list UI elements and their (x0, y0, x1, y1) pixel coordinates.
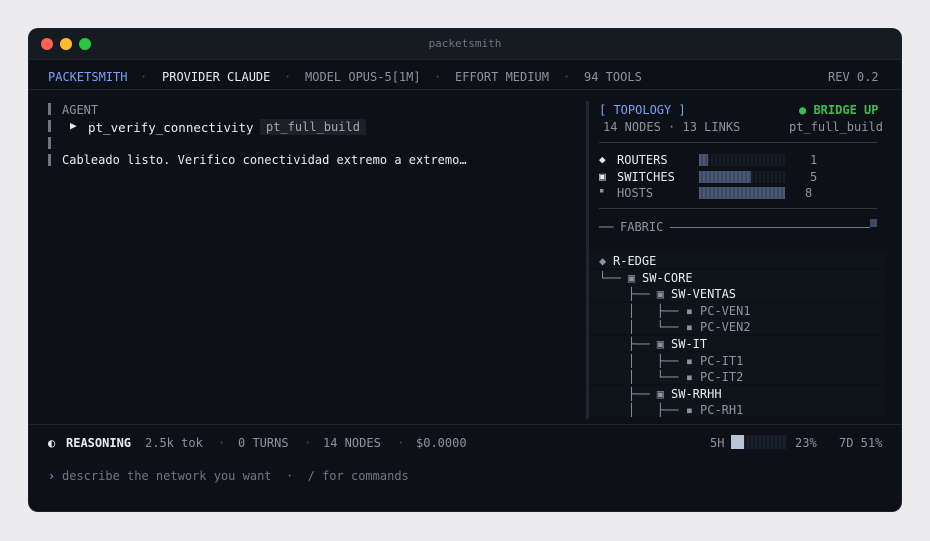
tree-branch: │ ├── ▪ (599, 403, 701, 417)
tools-count: 94 TOOLS (584, 70, 642, 84)
tree-node-name: PC-IT1 (700, 354, 744, 368)
routers-glyph-icon: ◆ (599, 153, 606, 166)
footer-divider (29, 424, 901, 425)
routers-count-label: ROUTERS (617, 153, 668, 167)
tree-branch: │ ├── ▪ (599, 354, 701, 368)
tree-node-name: SW-VENTAS (671, 287, 737, 301)
separator: · (284, 70, 292, 84)
tree-branch: └── ▣ (599, 271, 643, 285)
build-name: pt_full_build (789, 120, 883, 134)
switches-count-value: 5 (810, 170, 818, 184)
topology-tree-node[interactable]: │ ├── ▪ PC-RH1 (589, 402, 885, 417)
gutter-bar (48, 154, 51, 166)
terminal-window: packetsmith PACKETSMITH · PROVIDER CLAUD… (29, 29, 901, 511)
topology-tree-node[interactable]: │ └── ▪ PC-IT2 (589, 369, 885, 384)
separator: · (218, 436, 226, 450)
model-label: MODEL OPUS-5[1M] (305, 70, 421, 84)
topology-tree-node[interactable]: ◆ R-EDGE (589, 253, 885, 268)
prompt-placeholder[interactable]: describe the network you want · / for co… (62, 469, 409, 483)
tree-branch: │ ├── ▪ (599, 304, 701, 318)
provider-label: PROVIDER CLAUDE (162, 70, 271, 84)
fabric-rule: ── (599, 220, 614, 234)
tree-node-name: PC-VEN2 (700, 320, 751, 334)
panel-divider (599, 208, 877, 209)
topology-tree-node[interactable]: ├── ▣ SW-RRHH (589, 386, 885, 401)
hosts-count-bar (699, 187, 785, 199)
nodes-count: 14 NODES (323, 436, 381, 450)
prompt-caret: › (48, 469, 56, 483)
topology-tree-node[interactable]: ├── ▣ SW-IT (589, 336, 885, 351)
usage-5h-track (731, 435, 787, 449)
token-count: 2.5k tok (145, 436, 203, 450)
separator: · (563, 70, 571, 84)
fabric-line (670, 227, 870, 228)
panel-divider (599, 142, 877, 143)
tree-node-name: R-EDGE (613, 254, 657, 268)
reasoning-label: REASONING (66, 436, 132, 450)
hosts-glyph-icon: ▪ (599, 186, 605, 196)
cost-label: $0.0000 (416, 436, 467, 450)
switches-count-bar (699, 171, 785, 183)
revision-label: REV 0.2 (828, 70, 879, 84)
topology-title: [ TOPOLOGY ] (599, 103, 686, 117)
gutter-bar (48, 120, 51, 132)
fabric-indicator (870, 219, 877, 227)
title-bar: packetsmith (29, 29, 901, 60)
tree-node-name: PC-IT2 (700, 370, 744, 384)
hosts-count-bar-fill (699, 187, 785, 199)
usage-5h-label: 5H (710, 436, 725, 450)
routers-count-bar (699, 154, 785, 166)
separator: · (397, 436, 405, 450)
separator: · (140, 70, 148, 84)
tree-node-name: PC-VEN1 (700, 304, 751, 318)
topology-tree-node[interactable]: ├── ▣ SW-VENTAS (589, 286, 885, 301)
window-title: packetsmith (428, 37, 502, 50)
separator: · (434, 70, 442, 84)
hosts-count-label: HOSTS (617, 186, 654, 200)
tree-branch: │ └── ▪ (599, 320, 701, 334)
tree-branch: ├── ▣ (599, 337, 672, 351)
app-name: PACKETSMITH (48, 70, 128, 84)
fabric-label: FABRIC (620, 220, 664, 234)
tree-node-name: PC-RH1 (700, 403, 744, 417)
topology-tree-node[interactable]: └── ▣ SW-CORE (589, 270, 885, 285)
turns-count: 0 TURNS (238, 436, 289, 450)
topology-summary: 14 NODES · 13 LINKS (603, 120, 741, 134)
switches-glyph-icon: ▣ (599, 170, 606, 183)
tree-node-name: SW-RRHH (671, 387, 722, 401)
tree-branch: ├── ▣ (599, 387, 672, 401)
usage-7d-label: 7D 51% (839, 436, 883, 450)
bridge-status-badge: ● BRIDGE UP (799, 103, 879, 117)
tree-branch: ◆ (599, 254, 614, 268)
header-divider (29, 89, 901, 90)
switches-count-bar-fill (699, 171, 751, 183)
separator: · (304, 436, 312, 450)
topology-tree-node[interactable]: │ ├── ▪ PC-IT1 (589, 353, 885, 368)
routers-count-value: 1 (810, 153, 818, 167)
tree-node-name: SW-CORE (642, 271, 693, 285)
usage-5h-percent: 23% (795, 436, 817, 450)
routers-count-bar-fill (699, 154, 708, 166)
gutter-bar (48, 137, 51, 149)
play-icon: ▶ (70, 119, 77, 132)
tool-chip[interactable]: pt_full_build (260, 119, 366, 135)
hosts-count-value: 8 (805, 186, 813, 200)
gutter-bar (48, 103, 51, 115)
topology-tree-node[interactable]: │ └── ▪ PC-VEN2 (589, 319, 885, 334)
topology-tree-node[interactable]: │ ├── ▪ PC-VEN1 (589, 303, 885, 318)
agent-label: AGENT (62, 103, 99, 117)
effort-label: EFFORT MEDIUM (455, 70, 549, 84)
tree-node-name: SW-IT (671, 337, 708, 351)
usage-5h-fill (731, 435, 744, 449)
active-tool-name: pt_verify_connectivity (88, 120, 254, 135)
switches-count-label: SWITCHES (617, 170, 675, 184)
agent-message: Cableado listo. Verifico conectividad ex… (62, 153, 467, 167)
tree-branch: ├── ▣ (599, 287, 672, 301)
tree-branch: │ └── ▪ (599, 370, 701, 384)
reasoning-icon: ◐ (48, 436, 56, 450)
